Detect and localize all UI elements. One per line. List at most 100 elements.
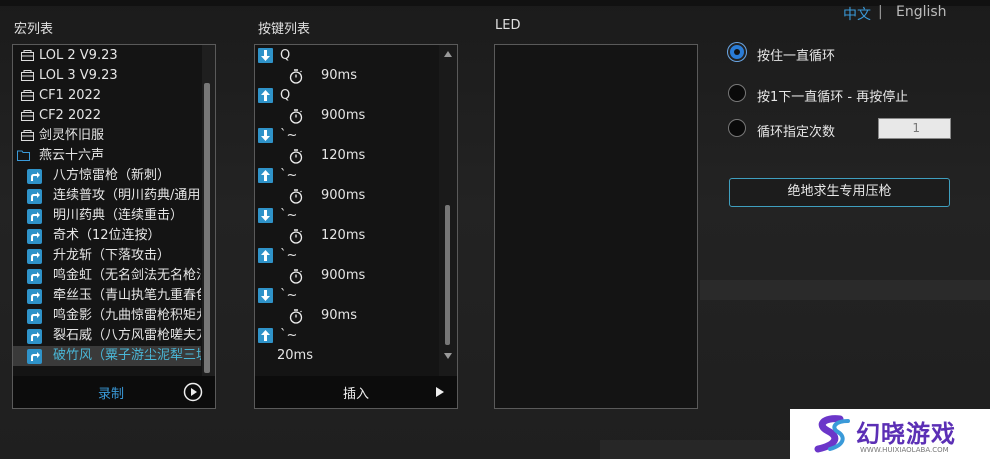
loop-count-input[interactable]: 1 (878, 118, 951, 139)
lang-chinese[interactable]: 中文 (843, 4, 871, 24)
macro-folder[interactable]: 燕云十六声 (13, 146, 201, 166)
macro-item-label: 明川药典（连续重击） (53, 208, 184, 223)
key-step[interactable]: `~ (255, 166, 439, 186)
macro-folder[interactable]: LOL 2 V9.23 (13, 46, 201, 66)
folder-icon (21, 130, 34, 141)
key-up-icon (258, 168, 273, 183)
macro-item[interactable]: 明川药典（连续重击） (13, 206, 201, 226)
key-step[interactable]: Q (255, 86, 439, 106)
macro-item-label: LOL 2 V9.23 (39, 48, 118, 63)
led-panel (494, 44, 698, 409)
macro-item-label: 八方惊雷枪（新刺） (53, 168, 171, 183)
macro-folder[interactable]: CF2 2022 (13, 106, 201, 126)
macro-item-label: LOL 3 V9.23 (39, 68, 118, 83)
key-step[interactable]: Q (255, 46, 439, 66)
macro-item-label: 燕云十六声 (39, 148, 105, 163)
stopwatch-icon (289, 69, 303, 84)
folder-open-icon (17, 150, 30, 161)
radio-hold-loop-label: 按住一直循环 (757, 49, 836, 64)
macro-list-scrollbar[interactable] (202, 45, 215, 376)
key-step[interactable]: 900ms (255, 266, 439, 286)
key-step-label: `~ (280, 288, 298, 303)
macro-item-label: CF1 2022 (39, 88, 102, 103)
key-step-label: 90ms (321, 308, 357, 323)
key-down-icon (258, 128, 273, 143)
macro-item[interactable]: 鸣金虹（无名剑法无名枪法） (13, 266, 201, 286)
macro-folder[interactable]: LOL 3 V9.23 (13, 66, 201, 86)
lang-separator: | (878, 4, 883, 20)
macro-list-scroll-thumb[interactable] (204, 83, 210, 373)
folder-icon (21, 50, 34, 61)
key-step[interactable]: 900ms (255, 186, 439, 206)
watermark-logo-icon (814, 415, 850, 453)
macro-icon (27, 169, 42, 184)
key-step[interactable]: 120ms (255, 146, 439, 166)
key-step-label: `~ (280, 128, 298, 143)
macro-list-title: 宏列表 (14, 22, 54, 37)
play-icon[interactable] (183, 382, 203, 406)
macro-item-label: 鸣金虹（无名剑法无名枪法） (53, 268, 201, 283)
macro-item-label: 破竹风（粟子游尘泥犁三垢） (53, 348, 201, 363)
insert-button[interactable]: 插入 (343, 383, 369, 402)
key-list: Q 90ms Q 900ms `~ 120ms `~ 900ms `~ 120ms `~ 900ms `… (255, 45, 439, 370)
key-list-scrollbar[interactable] (439, 45, 457, 376)
macro-icon (27, 289, 42, 304)
radio-hold-loop[interactable] (728, 43, 746, 61)
key-list-panel: Q 90ms Q 900ms `~ 120ms `~ 900ms `~ 120ms `~ 900ms `… (254, 44, 458, 409)
led-title: LED (495, 18, 521, 33)
macro-icon (27, 209, 42, 224)
macro-folder[interactable]: 剑灵怀旧服 (13, 126, 201, 146)
key-list-scroll-thumb[interactable] (445, 205, 450, 345)
scroll-up-icon[interactable] (444, 51, 452, 57)
lang-english[interactable]: English (896, 4, 947, 20)
key-step[interactable]: `~ (255, 246, 439, 266)
key-step[interactable]: 90ms (255, 66, 439, 86)
watermark: 幻晓游戏 WWW.HUIXIAOLABA.COM (790, 409, 990, 459)
macro-item[interactable]: 鸣金影（九曲惊雷枪积矩九剑） (13, 306, 201, 326)
macro-item-label: 连续普攻（明川药典/通用） (53, 188, 201, 203)
key-step[interactable]: 20ms (255, 346, 439, 366)
stopwatch-icon (289, 189, 303, 204)
macro-item[interactable]: 裂石威（八方风雷枪嗟夫刀法） (13, 326, 201, 346)
folder-icon (21, 90, 34, 101)
macro-item[interactable]: 奇术（12位连按） (13, 226, 201, 246)
insert-dropdown-arrow-icon[interactable] (436, 387, 444, 397)
key-step[interactable]: `~ (255, 126, 439, 146)
key-up-icon (258, 328, 273, 343)
macro-folder[interactable]: CF1 2022 (13, 86, 201, 106)
key-up-icon (258, 88, 273, 103)
scroll-down-icon[interactable] (444, 353, 452, 359)
pubg-recoil-button[interactable]: 绝地求生专用压枪 (729, 178, 950, 207)
macro-item[interactable]: 牵丝玉（青山执笔九重春色） (13, 286, 201, 306)
background-stripe (600, 440, 800, 459)
macro-item-label: 升龙斩（下落攻击） (53, 248, 171, 263)
key-step[interactable]: 900ms (255, 106, 439, 126)
radio-toggle-loop[interactable] (728, 84, 746, 102)
macro-icon (27, 189, 42, 204)
key-step[interactable]: 90ms (255, 306, 439, 326)
record-button[interactable]: 录制 (98, 383, 124, 402)
stopwatch-icon (289, 269, 303, 284)
key-up-icon (258, 248, 273, 263)
folder-icon (21, 70, 34, 81)
key-step[interactable]: `~ (255, 326, 439, 346)
stopwatch-icon (289, 309, 303, 324)
key-step-label: 120ms (321, 148, 366, 163)
key-step[interactable]: 120ms (255, 226, 439, 246)
macro-item[interactable]: 八方惊雷枪（新刺） (13, 166, 201, 186)
radio-toggle-loop-label: 按1下一直循环 - 再按停止 (757, 90, 909, 105)
key-step-label: 900ms (321, 108, 366, 123)
key-step[interactable]: `~ (255, 206, 439, 226)
folder-icon (21, 110, 34, 121)
key-step-label: `~ (280, 328, 298, 343)
macro-item[interactable]: 升龙斩（下落攻击） (13, 246, 201, 266)
radio-count-loop[interactable] (728, 119, 746, 137)
key-step[interactable]: `~ (255, 286, 439, 306)
macro-item-label: 剑灵怀旧服 (39, 128, 105, 143)
macro-item[interactable]: 破竹风（粟子游尘泥犁三垢） (13, 346, 201, 366)
key-step-label: `~ (280, 208, 298, 223)
key-step-label: Q (280, 48, 291, 63)
macro-item-label: CF2 2022 (39, 108, 102, 123)
macro-list-footer: 录制 (13, 376, 215, 408)
macro-item[interactable]: 连续普攻（明川药典/通用） (13, 186, 201, 206)
